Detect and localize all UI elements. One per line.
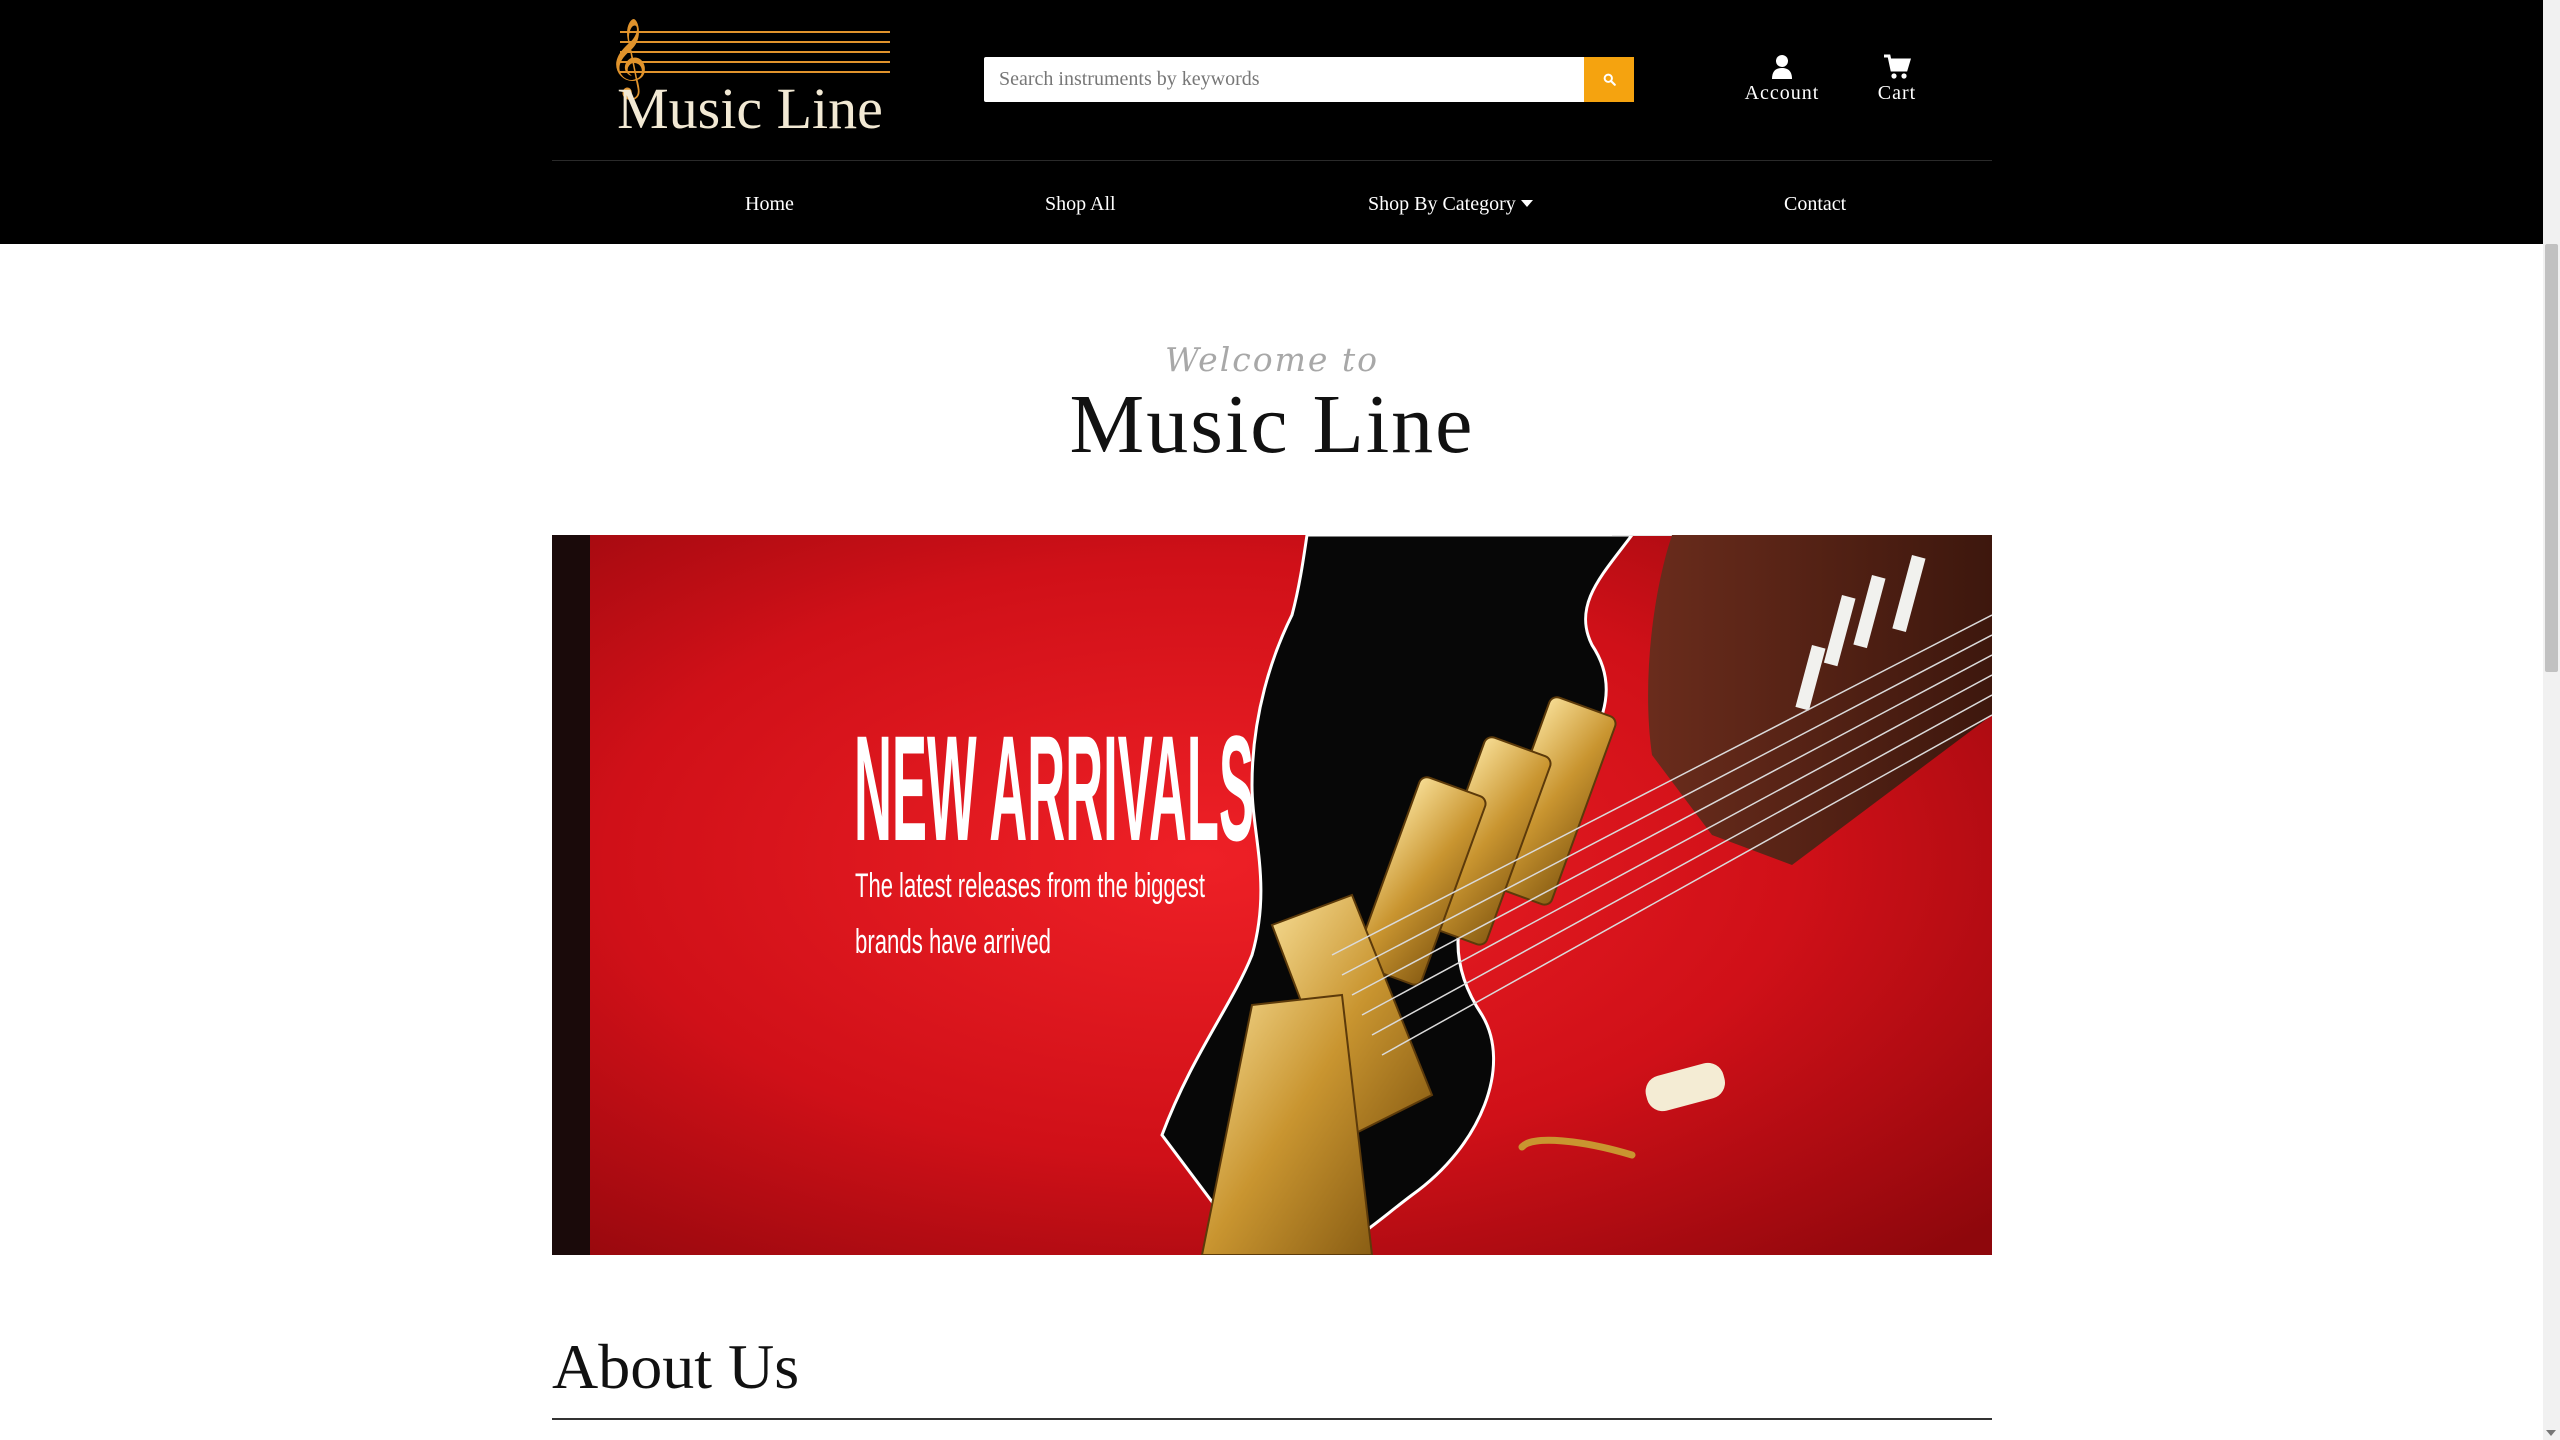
header-inner: 𝄞 Music Line Account bbox=[552, 0, 1992, 244]
nav-contact[interactable]: Contact bbox=[1784, 193, 1846, 216]
nav-shop-all[interactable]: Shop All bbox=[1045, 193, 1116, 216]
account-label: Account bbox=[1744, 82, 1820, 104]
welcome-section: Welcome to Music Line bbox=[552, 340, 1992, 469]
shopping-cart-icon bbox=[1884, 54, 1911, 79]
search-icon bbox=[1603, 73, 1616, 86]
banner-line-1: The latest releases from the biggest bbox=[855, 867, 1205, 905]
welcome-subtitle: Welcome to bbox=[1164, 340, 1380, 379]
about-section: About Us bbox=[552, 1330, 1992, 1420]
cart-label: Cart bbox=[1877, 82, 1917, 104]
banner-headline: NEW ARRIVALS bbox=[854, 704, 1254, 872]
search-button[interactable] bbox=[1584, 57, 1634, 102]
search-input[interactable] bbox=[984, 57, 1584, 102]
nav-home[interactable]: Home bbox=[745, 193, 794, 216]
welcome-title: Music Line bbox=[1069, 378, 1475, 471]
hero-banner[interactable]: NEW ARRIVALS The latest releases from th… bbox=[552, 535, 1992, 1255]
nav-shop-by-category[interactable]: Shop By Category bbox=[1368, 193, 1533, 216]
logo-text: Music Line bbox=[617, 76, 883, 141]
site-logo[interactable]: 𝄞 Music Line bbox=[600, 18, 900, 148]
scroll-down-arrow-icon[interactable] bbox=[2546, 1430, 2556, 1436]
banner-line-2: brands have arrived bbox=[855, 923, 1051, 961]
account-link[interactable]: Account bbox=[1732, 54, 1832, 105]
logo-image: 𝄞 Music Line bbox=[608, 18, 890, 141]
new-arrivals-banner-image: NEW ARRIVALS The latest releases from th… bbox=[552, 535, 1992, 1255]
caret-down-icon bbox=[1520, 199, 1533, 207]
site-header: 𝄞 Music Line Account bbox=[0, 0, 2543, 244]
user-icon bbox=[1772, 55, 1792, 79]
scrollbar-thumb[interactable] bbox=[2545, 244, 2558, 672]
search-bar bbox=[984, 57, 1634, 102]
cart-link[interactable]: Cart bbox=[1862, 54, 1932, 105]
about-heading: About Us bbox=[552, 1331, 800, 1402]
about-divider bbox=[552, 1418, 1992, 1420]
page-scrollbar[interactable] bbox=[2543, 0, 2560, 1440]
nav-shop-by-category-label: Shop By Category bbox=[1368, 193, 1516, 215]
main-nav: Home Shop All Shop By Category Contact bbox=[552, 161, 1992, 244]
